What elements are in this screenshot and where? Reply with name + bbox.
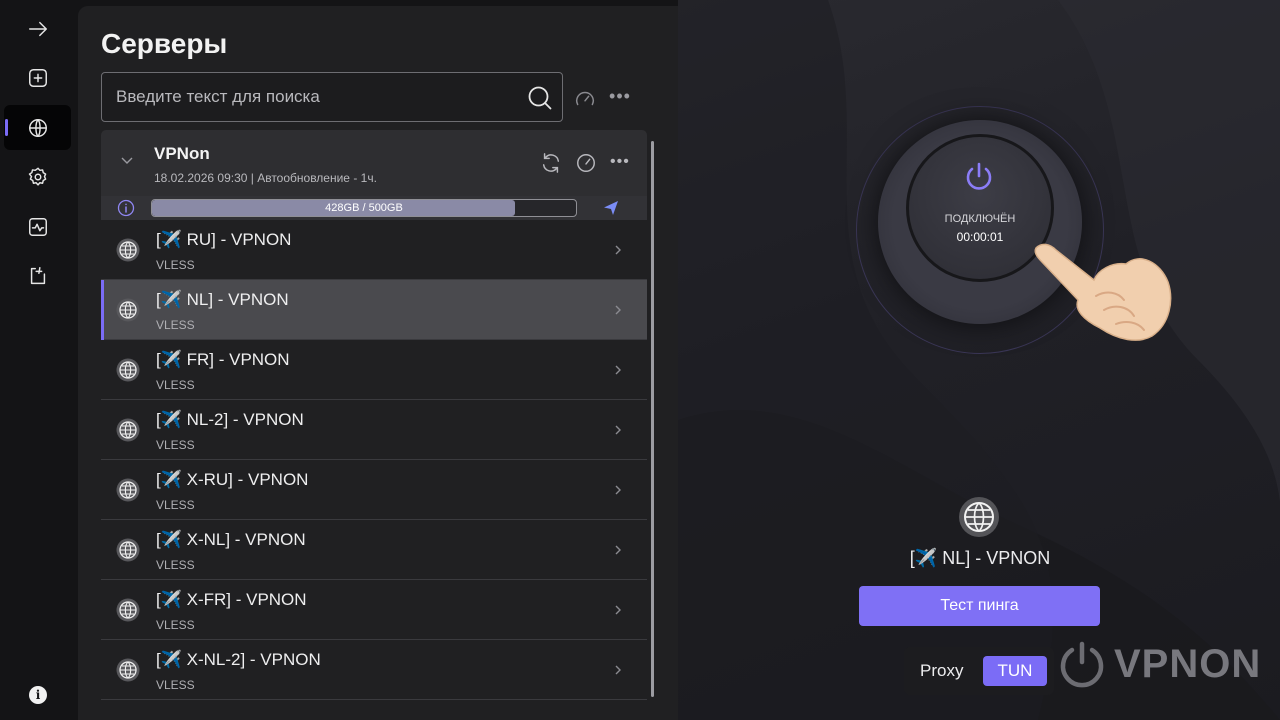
server-protocol: VLESS: [156, 498, 195, 512]
server-row[interactable]: [✈️ RU] - VPNON VLESS: [101, 220, 647, 280]
server-protocol: VLESS: [156, 678, 195, 692]
server-protocol: VLESS: [156, 378, 195, 392]
group-meta: 18.02.2026 09:30 | Автообновление - 1ч.: [154, 171, 377, 185]
server-protocol: VLESS: [156, 558, 195, 572]
server-protocol: VLESS: [156, 438, 195, 452]
server-list: [✈️ RU] - VPNON VLESS [✈️ NL] - VPNON VLESS…: [101, 220, 647, 700]
server-row[interactable]: [✈️ X-NL] - VPNON VLESS: [101, 520, 647, 580]
usage-row: 428GB / 500GB: [101, 196, 647, 220]
server-row[interactable]: [✈️ X-FR] - VPNON VLESS: [101, 580, 647, 640]
server-title: [✈️ NL-2] - VPNON: [156, 410, 304, 429]
chevron-right-icon: [615, 665, 621, 675]
globe-icon: [28, 118, 47, 137]
add-square-icon: [28, 68, 47, 87]
pointing-hand-icon: [1034, 243, 1172, 341]
server-globe-icon: [116, 418, 140, 442]
sidebar-item-stats[interactable]: [4, 204, 71, 249]
group-speed-test-icon[interactable]: [575, 152, 597, 174]
exit-icon: [30, 266, 45, 284]
power-icon[interactable]: [962, 160, 996, 194]
brand-logo-icon: [1060, 641, 1104, 688]
server-protocol: VLESS: [156, 258, 195, 272]
activity-chart-icon: [28, 217, 47, 236]
server-globe-icon: [116, 478, 140, 502]
server-title: [✈️ X-NL-2] - VPNON: [156, 650, 321, 669]
group-name: VPNon: [154, 144, 210, 163]
ping-test-button[interactable]: Тест пинга: [859, 586, 1100, 626]
server-title: [✈️ X-RU] - VPNON: [156, 470, 309, 489]
server-globe-icon: [116, 538, 140, 562]
usage-info-icon[interactable]: [117, 199, 135, 217]
connect-button[interactable]: [906, 134, 1054, 282]
chevron-right-icon: [615, 425, 621, 435]
selected-server-globe-icon: [959, 497, 999, 537]
chevron-right-icon: [615, 305, 621, 315]
server-title: [✈️ X-NL] - VPNON: [156, 530, 306, 549]
sidebar: i: [0, 0, 76, 720]
chevron-right-icon: [615, 605, 621, 615]
search-icon[interactable]: [527, 85, 553, 111]
servers-panel: Серверы ••• VPNon 18.02.2026 09:30 | Авт…: [78, 6, 678, 720]
info-icon[interactable]: i: [29, 686, 47, 704]
server-row[interactable]: [✈️ NL] - VPNON VLESS: [101, 280, 647, 340]
sidebar-item-add[interactable]: [4, 55, 71, 100]
server-globe-icon: [116, 658, 140, 682]
server-globe-icon: [116, 358, 140, 382]
scrollbar[interactable]: [651, 141, 654, 697]
chevron-right-icon: [615, 485, 621, 495]
server-protocol: VLESS: [156, 318, 195, 332]
server-globe-icon: [116, 238, 140, 262]
gear-icon: [28, 167, 46, 186]
server-row[interactable]: [✈️ FR] - VPNON VLESS: [101, 340, 647, 400]
chevron-right-icon: [615, 545, 621, 555]
connection-panel: ПОДКЛЮЧЁН 00:00:01 [✈️ NL] - VPNON Тест …: [678, 0, 1280, 720]
page-title: Серверы: [101, 28, 228, 59]
server-row[interactable]: [✈️ NL-2] - VPNON VLESS: [101, 400, 647, 460]
usage-progress-bar: 428GB / 500GB: [151, 199, 577, 217]
arrow-right-icon: [28, 21, 47, 36]
chevron-down-icon[interactable]: [119, 152, 135, 168]
server-title: [✈️ RU] - VPNON: [156, 230, 292, 249]
server-title: [✈️ NL] - VPNON: [156, 290, 289, 309]
search-box: [101, 72, 563, 122]
chevron-right-icon: [615, 245, 621, 255]
server-title: [✈️ FR] - VPNON: [156, 350, 290, 369]
group-more-icon[interactable]: •••: [610, 152, 632, 174]
brand-name: VPNON: [1114, 642, 1262, 686]
mode-tun-option[interactable]: TUN: [983, 656, 1047, 686]
connection-status: ПОДКЛЮЧЁН: [944, 213, 1016, 225]
server-title: [✈️ X-FR] - VPNON: [156, 590, 307, 609]
mode-switch: Proxy TUN: [904, 647, 1054, 695]
chevron-right-icon: [615, 365, 621, 375]
server-globe-icon: [116, 598, 140, 622]
sidebar-item-settings[interactable]: [4, 154, 71, 199]
sidebar-item-servers[interactable]: [4, 105, 71, 150]
more-options-icon[interactable]: •••: [608, 87, 632, 108]
server-protocol: VLESS: [156, 618, 195, 632]
sidebar-item-back[interactable]: [4, 6, 71, 51]
sidebar-item-exit[interactable]: [4, 253, 71, 298]
server-row[interactable]: [✈️ X-NL-2] - VPNON VLESS: [101, 640, 647, 700]
mode-proxy-option[interactable]: Proxy: [920, 661, 963, 681]
search-input[interactable]: [116, 73, 516, 121]
usage-text: 428GB / 500GB: [325, 202, 403, 214]
speed-test-icon[interactable]: [574, 88, 596, 110]
server-globe-icon: [116, 298, 140, 322]
selected-server-name: [✈️ NL] - VPNON: [909, 548, 1051, 568]
refresh-icon[interactable]: [540, 152, 562, 174]
send-icon[interactable]: [603, 200, 619, 216]
server-row[interactable]: [✈️ X-RU] - VPNON VLESS: [101, 460, 647, 520]
connection-timer: 00:00:01: [956, 230, 1004, 244]
